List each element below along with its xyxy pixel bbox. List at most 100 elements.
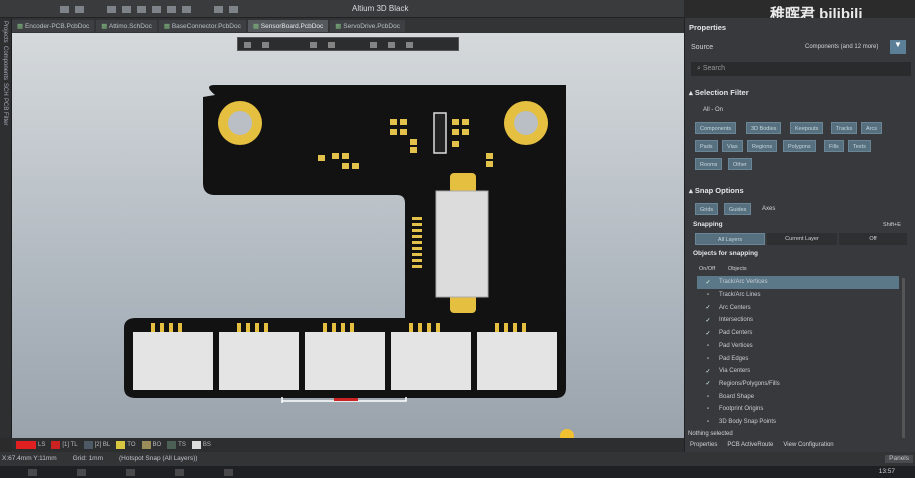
app-icon[interactable] [175, 469, 184, 476]
layer-tab[interactable]: [2] BL [83, 441, 110, 449]
objects-for-snapping-label: Objects for snapping [693, 250, 759, 257]
filter-components[interactable]: Components [695, 122, 737, 134]
route-icon[interactable] [310, 42, 317, 48]
snap-checkbox[interactable]: ▫ [697, 394, 719, 400]
panel-tab-projects[interactable]: Projects [2, 21, 8, 43]
filter-pads[interactable]: Pads [695, 140, 718, 152]
filter-vias[interactable]: Vias [722, 140, 743, 152]
tool-icon[interactable] [182, 6, 191, 13]
tool-icon[interactable] [137, 6, 146, 13]
filter-polygons[interactable]: Polygons [783, 140, 816, 152]
layer-tab[interactable]: LS [16, 441, 45, 449]
panel-tab-pcb-filter[interactable]: PCB Filter [2, 98, 8, 125]
all-on-toggle[interactable]: All - On [703, 107, 723, 113]
snap-object-row[interactable]: ▫ Footprint Origins [697, 403, 899, 416]
snap-checkbox[interactable]: ✓ [697, 380, 719, 387]
snap-object-label: Pad Centers [719, 330, 753, 337]
panel-tab-components[interactable]: Components [2, 46, 8, 80]
doc-tab[interactable]: Encoder-PCB.PcbDoc [12, 20, 95, 32]
app-icon[interactable] [126, 469, 135, 476]
line-icon[interactable] [406, 42, 413, 48]
snap-checkbox[interactable]: ▫ [697, 343, 719, 349]
search-input[interactable]: ⌕ Search [691, 62, 911, 76]
snap-object-row[interactable]: ✓ Arc Centers [697, 301, 899, 314]
doc-tab[interactable]: Attimo.SchDoc [96, 20, 157, 32]
app-icon[interactable] [224, 469, 233, 476]
tool-icon[interactable] [167, 6, 176, 13]
filter-icon[interactable]: ▼ [890, 40, 906, 54]
snap-object-row[interactable]: ✓ Regions/Polygons/Fills [697, 378, 899, 391]
filter-other[interactable]: Other [728, 158, 752, 170]
snap-axes[interactable]: Axes [762, 206, 775, 212]
snap-checkbox[interactable]: ▫ [697, 406, 719, 412]
place-icon[interactable] [328, 42, 335, 48]
panels-button[interactable]: Panels [885, 455, 913, 463]
filter-texts[interactable]: Texts [848, 140, 871, 152]
snap-checkbox[interactable]: ✓ [697, 330, 719, 337]
snap-options-heading[interactable]: ▴ Snap Options [689, 186, 744, 195]
source-select[interactable]: Components (and 12 more) [805, 44, 878, 50]
text-icon[interactable] [388, 42, 395, 48]
doc-tab[interactable]: ServoDrive.PcbDoc [330, 20, 405, 32]
snap-checkbox[interactable]: ✓ [697, 304, 719, 311]
select-icon[interactable] [262, 42, 269, 48]
snap-mode-off[interactable]: Off [839, 233, 907, 245]
scrollbar[interactable] [902, 278, 905, 438]
snapping-label: Snapping [693, 221, 723, 228]
tool-icon[interactable] [214, 6, 223, 13]
filter-icon[interactable] [244, 42, 251, 48]
via-icon[interactable] [370, 42, 377, 48]
tool-icon[interactable] [60, 6, 69, 13]
filter-arcs[interactable]: Arcs [861, 122, 882, 134]
snap-object-row[interactable]: ✓ Track/Arc Vertices [697, 276, 899, 289]
snap-grids[interactable]: Grids [695, 203, 719, 215]
bottom-tab-properties[interactable]: Properties [690, 442, 717, 448]
snap-object-row[interactable]: ✓ Pad Centers [697, 327, 899, 340]
snap-object-row[interactable]: ▫ Board Shape [697, 390, 899, 403]
selection-filter-heading[interactable]: ▴ Selection Filter [689, 88, 749, 97]
pcb-3d-canvas[interactable] [12, 33, 684, 443]
filter-regions[interactable]: Regions [747, 140, 778, 152]
bottom-tab-activeroute[interactable]: PCB ActiveRoute [727, 442, 773, 448]
layer-tab[interactable]: BO [141, 441, 161, 449]
snap-object-row[interactable]: ✓ Intersections [697, 314, 899, 327]
jst-connectors [133, 323, 557, 390]
snap-checkbox[interactable]: ▫ [697, 356, 719, 362]
filter-fills[interactable]: Fills [824, 140, 844, 152]
fpc-connector [435, 190, 489, 298]
snap-object-row[interactable]: ▫ 3D Body Snap Points [697, 416, 899, 429]
filter-3d-bodies[interactable]: 3D Bodies [746, 122, 782, 134]
tool-icon[interactable] [152, 6, 161, 13]
tool-icon[interactable] [229, 6, 238, 13]
snap-checkbox[interactable]: ▫ [697, 292, 719, 298]
filter-keepouts[interactable]: Keepouts [790, 122, 824, 134]
snap-checkbox[interactable]: ✓ [697, 279, 719, 286]
doc-tab[interactable]: BaseConnector.PcbDoc [158, 20, 246, 32]
start-icon[interactable] [28, 469, 37, 476]
layer-tab[interactable]: [1] TL [51, 441, 78, 449]
snap-checkbox[interactable]: ▫ [697, 419, 719, 425]
snap-mode-current-layer[interactable]: Current Layer [767, 233, 837, 245]
tool-icon[interactable] [107, 6, 116, 13]
filter-tracks[interactable]: Tracks [831, 122, 858, 134]
snap-mode-all-layers[interactable]: All Layers [695, 233, 765, 245]
snap-guides[interactable]: Guides [724, 203, 752, 215]
layer-tab[interactable]: TS [167, 441, 186, 449]
snap-object-row[interactable]: ✓ Via Centers [697, 365, 899, 378]
snap-object-row[interactable]: ▫ Pad Vertices [697, 340, 899, 353]
snap-checkbox[interactable]: ✓ [697, 368, 719, 375]
snap-object-row[interactable]: ▫ Track/Arc Lines [697, 289, 899, 302]
doc-tab-active[interactable]: SensorBoard.PcbDoc [247, 20, 329, 32]
layer-tab[interactable]: TO [116, 441, 136, 449]
panel-tab-sch[interactable]: SCH [2, 83, 8, 96]
snap-object-label: Pad Vertices [719, 342, 753, 349]
view-config-select[interactable]: Altium 3D Black [352, 4, 408, 13]
bottom-tab-view-config[interactable]: View Configuration [783, 442, 833, 448]
tool-icon[interactable] [122, 6, 131, 13]
snap-checkbox[interactable]: ✓ [697, 317, 719, 324]
snap-object-row[interactable]: ▫ Pad Edges [697, 352, 899, 365]
app-icon[interactable] [77, 469, 86, 476]
layer-tab[interactable]: BS [191, 441, 211, 449]
filter-rooms[interactable]: Rooms [695, 158, 723, 170]
tool-icon[interactable] [75, 6, 84, 13]
